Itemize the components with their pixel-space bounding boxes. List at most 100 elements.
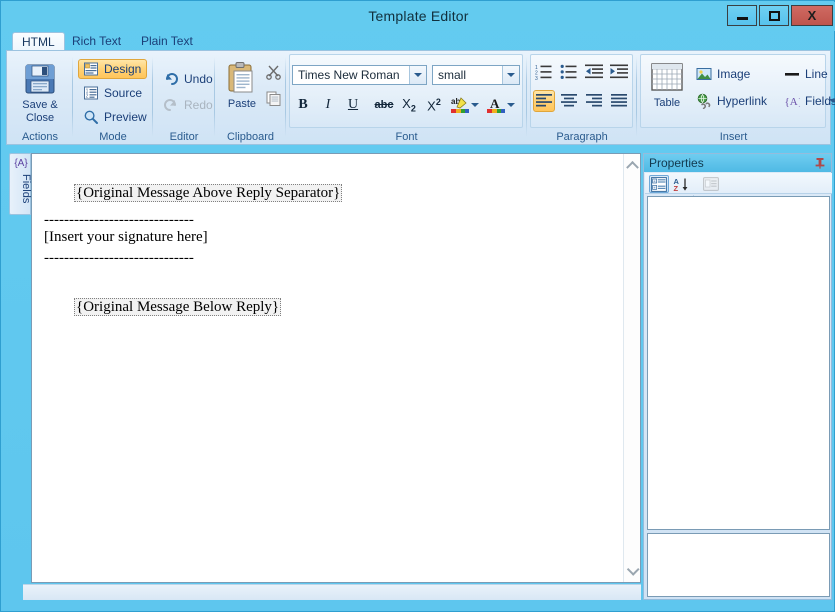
mode-preview-button[interactable]: Preview [78,107,147,127]
insert-image-label: Image [717,67,751,81]
paste-button[interactable]: Paste [221,59,263,121]
tab-plain-text[interactable]: Plain Text [132,32,202,50]
mode-source-button[interactable]: 1 2 Source [78,83,147,103]
scroll-up-button[interactable] [624,156,641,174]
align-right-button[interactable] [583,90,605,112]
align-left-button[interactable] [533,90,555,112]
tab-html[interactable]: HTML [12,32,65,50]
underline-button[interactable]: U [342,94,364,116]
alphabetical-sort-button[interactable]: A Z [671,175,691,193]
cut-button[interactable] [263,60,283,82]
minimize-icon [728,6,756,25]
chevron-down-icon [829,99,835,103]
ribbon: Save & Close Actions Design 1 2 Source P… [6,50,835,145]
insert-table-label: Table [653,97,681,109]
mode-preview-label: Preview [104,110,147,124]
insert-line-button[interactable]: Line [779,64,835,84]
superscript-button[interactable]: X2 [423,94,445,116]
font-size-value: small [438,68,467,82]
ribbon-group-font: Times New Roman small B I U abc X2 X2 ab… [286,53,527,144]
align-center-button[interactable] [558,90,580,112]
properties-toolbar: + + A Z [645,173,832,210]
tab-rich-text[interactable]: Rich Text [63,32,130,50]
increase-indent-button[interactable] [608,61,630,83]
subscript-button[interactable]: X2 [398,94,420,116]
document-line[interactable]: ------------------------------ [44,212,194,229]
field-token-original-message-above[interactable]: {Original Message Above Reply Separator} [74,184,343,202]
decrease-indent-icon [585,64,603,79]
close-button[interactable]: X [791,5,833,26]
svg-text:2: 2 [86,94,89,100]
highlight-color-button[interactable]: ab [449,94,471,116]
editor-bottom-strip[interactable] [23,584,641,600]
undo-button[interactable]: Undo [158,69,214,89]
copy-button[interactable] [263,87,283,109]
pin-icon[interactable] [813,156,827,170]
ribbon-group-insert: Table Image Hyperlink Line {A Fields Ins… [637,53,835,144]
clipboard-icon [228,62,253,93]
document-line[interactable]: {Original Message Below Reply} [44,282,282,333]
property-pages-button[interactable] [701,175,721,193]
numbered-list-icon: 1 2 3 [535,65,552,81]
ribbon-group-editor: Undo Redo Editor [153,53,215,144]
bulleted-list-button[interactable] [558,61,580,83]
strikethrough-button[interactable]: abc [371,94,397,116]
editor-vertical-scrollbar[interactable] [623,154,640,582]
insert-table-button[interactable]: Table [645,59,689,121]
font-color-button[interactable]: A [485,94,507,116]
save-and-close-button[interactable]: Save & Close [15,59,65,125]
insert-fields-button[interactable]: {A} Fields [779,91,835,111]
window-title: Template Editor [368,8,469,24]
mode-source-label: Source [104,86,143,100]
image-icon [696,66,712,82]
categorized-sort-button[interactable]: + + [649,175,669,193]
redo-label: Redo [184,98,213,112]
numbered-list-button[interactable]: 1 2 3 [533,61,555,83]
ribbon-group-label-editor: Editor [169,131,199,143]
svg-text:{A}: {A} [785,96,801,108]
justify-button[interactable] [608,90,630,112]
chevron-down-icon[interactable] [502,66,519,84]
maximize-button[interactable] [759,5,789,26]
document-line[interactable]: [Insert your signature here] [44,229,208,246]
font-size-combo[interactable]: small [432,65,520,85]
italic-button[interactable]: I [317,94,339,116]
svg-text:Z: Z [674,184,679,192]
scroll-down-button[interactable] [624,563,641,580]
property-pages-icon [703,177,719,191]
bulleted-list-icon [560,64,577,79]
decrease-indent-button[interactable] [583,61,605,83]
undo-label: Undo [184,72,213,86]
fields-side-tab[interactable]: {A} Fields [9,153,32,215]
insert-fields-dropdown[interactable] [827,91,835,111]
ribbon-group-mode: Design 1 2 Source Preview Mode [73,53,153,144]
mode-design-label: Design [104,62,142,76]
field-token-original-message-below[interactable]: {Original Message Below Reply} [74,298,282,316]
insert-hyperlink-label: Hyperlink [717,94,768,108]
ribbon-group-label-mode: Mode [99,131,127,143]
editor-canvas[interactable]: {Original Message Above Reply Separator}… [32,154,623,582]
minimize-button[interactable] [727,5,757,26]
redo-button[interactable]: Redo [158,95,214,115]
insert-image-button[interactable]: Image [691,64,755,84]
font-family-combo[interactable]: Times New Roman [292,65,427,85]
subscript-icon: X2 [402,96,416,114]
mode-design-button[interactable]: Design [78,59,147,79]
save-disk-icon [25,64,55,94]
hyperlink-globe-icon [696,93,712,110]
save-and-close-label: Save & Close [22,99,58,124]
fields-braces-icon: {A} [784,93,804,109]
copy-icon [266,91,280,106]
highlight-dropdown[interactable] [469,94,481,116]
insert-hyperlink-button[interactable]: Hyperlink [691,91,773,111]
underline-icon: U [347,97,359,112]
highlight-icon: ab [451,97,469,113]
font-color-dropdown[interactable] [505,94,517,116]
chevron-down-icon[interactable] [409,66,426,84]
chevron-down-icon [507,103,515,107]
properties-panel: Properties + + A Z [643,153,832,600]
design-view-icon [83,61,99,77]
bold-button[interactable]: B [292,94,314,116]
properties-grid[interactable] [647,196,830,530]
document-line[interactable]: ------------------------------ [44,250,194,267]
